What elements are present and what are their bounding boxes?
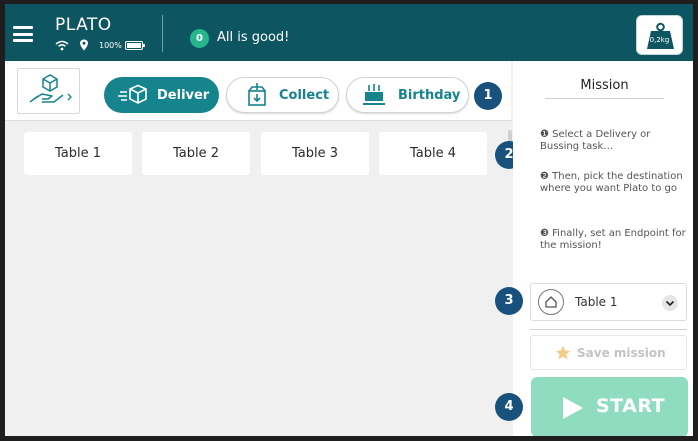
deliver-box-icon	[118, 84, 147, 104]
mission-step-2: ❷ Then, pick the destination where you w…	[540, 171, 683, 194]
wifi-icon	[55, 40, 69, 50]
status-message: All is good!	[217, 30, 290, 45]
guide-step-badge-1: 1	[474, 82, 502, 110]
star-icon	[555, 345, 571, 360]
save-mission-label: Save mission	[577, 346, 666, 360]
payload-weight-button[interactable]: 0,2kg	[636, 15, 683, 55]
birthday-label: Birthday	[398, 87, 461, 103]
start-button[interactable]: START	[531, 377, 688, 436]
guide-step-badge-4: 4	[495, 393, 523, 421]
guide-step-badge-3: 3	[495, 287, 523, 315]
mission-panel: Mission ❶ Select a Delivery or Bussing t…	[513, 61, 693, 436]
menu-icon[interactable]	[13, 26, 33, 42]
table-button-3[interactable]: Table 3	[261, 132, 369, 175]
status-count-badge: 0	[190, 29, 209, 48]
robot-status: 100%	[55, 39, 146, 51]
endpoint-select[interactable]: Table 1	[530, 283, 687, 321]
app-title: PLATO	[55, 15, 112, 35]
chevron-down-icon	[662, 295, 678, 311]
task-deliver-button[interactable]: Deliver	[104, 77, 219, 113]
task-collect-button[interactable]: Collect	[226, 77, 339, 113]
battery-percent: 100%	[99, 40, 122, 50]
task-birthday-button[interactable]: Birthday	[346, 77, 469, 113]
table-button-1[interactable]: Table 1	[24, 132, 132, 175]
collect-box-icon	[248, 83, 266, 106]
app-header: PLATO 100% 0 All is good! 0,2kg	[5, 4, 693, 61]
mission-step-1: ❶ Select a Delivery or Bussing task…	[540, 129, 651, 152]
collect-label: Collect	[279, 87, 330, 103]
task-bar: Deliver Collect Birthday 1	[5, 61, 511, 121]
mission-title: Mission	[580, 78, 629, 93]
endpoint-value: Table 1	[575, 295, 618, 309]
payload-weight-value: 0,2kg	[649, 36, 670, 44]
deliver-label: Deliver	[157, 87, 210, 103]
battery-icon	[124, 40, 146, 50]
start-label: START	[596, 395, 666, 417]
birthday-cake-icon	[363, 84, 385, 105]
app-window: PLATO 100% 0 All is good! 0,2kg Deliver …	[0, 0, 698, 441]
hand-box-icon	[29, 74, 72, 103]
panel-separator	[530, 329, 687, 330]
home-icon	[538, 289, 564, 315]
location-pin-icon	[80, 39, 88, 51]
table-button-4[interactable]: Table 4	[379, 132, 487, 175]
play-icon	[563, 397, 583, 419]
mission-title-underline	[545, 98, 664, 99]
mission-step-3: ❸ Finally, set an Endpoint for the missi…	[540, 228, 686, 251]
load-box-button[interactable]	[17, 68, 80, 114]
header-divider	[162, 15, 163, 52]
table-button-2[interactable]: Table 2	[142, 132, 250, 175]
save-mission-button[interactable]: Save mission	[530, 335, 687, 370]
